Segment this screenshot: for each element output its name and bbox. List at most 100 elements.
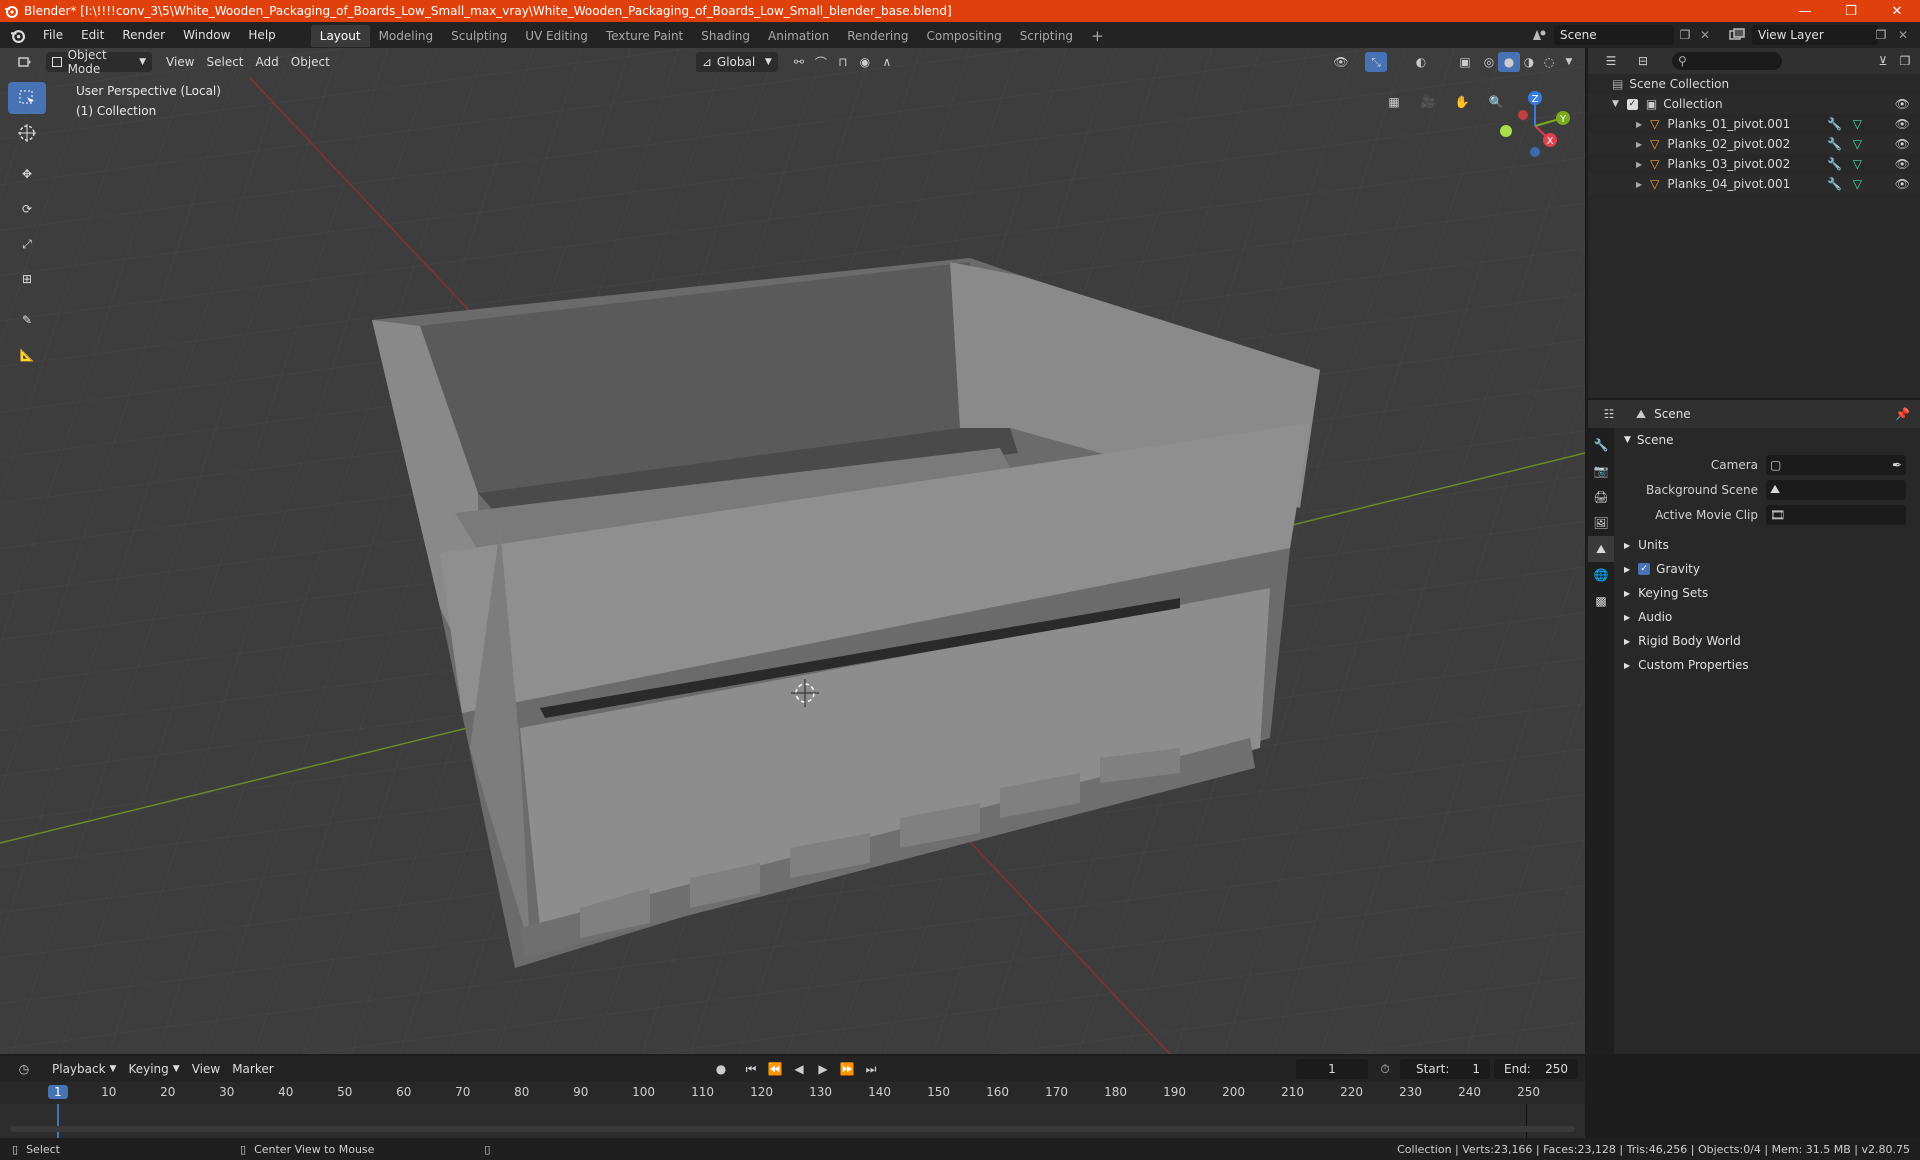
tab-scripting[interactable]: Scripting <box>1011 25 1082 47</box>
select-box-tool-icon[interactable] <box>8 82 46 114</box>
proportional-falloff-icon[interactable]: ∧ <box>876 52 898 72</box>
mesh-data-icon[interactable]: ▽ <box>1853 177 1862 191</box>
panel-keying-sets[interactable]: ▶ Keying Sets <box>1616 581 1920 605</box>
active-movie-clip-field[interactable]: 🎞 <box>1766 504 1906 525</box>
cursor-tool-icon[interactable] <box>8 117 46 149</box>
mesh-data-icon[interactable]: ▽ <box>1853 157 1862 171</box>
tab-compositing[interactable]: Compositing <box>917 25 1010 47</box>
play-icon[interactable]: ▶ <box>812 1059 834 1079</box>
view-layer-icon[interactable] <box>1724 25 1750 45</box>
outliner-editor-type-icon[interactable]: ☰ <box>1600 51 1622 71</box>
viewport-menu-view[interactable]: View <box>160 52 200 72</box>
eye-icon[interactable]: 👁 <box>1895 117 1910 131</box>
menu-window[interactable]: Window <box>174 22 239 48</box>
shading-options-icon[interactable]: ▼ <box>1558 52 1580 72</box>
transform-orientation-dropdown[interactable]: ⊿ Global ▼ <box>695 52 778 72</box>
panel-scene[interactable]: ▼ Scene <box>1616 428 1920 452</box>
modifier-wrench-icon[interactable]: 🔧 <box>1827 157 1842 171</box>
texture-tab-icon[interactable]: ▩ <box>1588 588 1614 614</box>
outliner-row-scene-collection[interactable]: ▤ Scene Collection <box>1588 74 1920 94</box>
overlays-toggle-icon[interactable]: ◐ <box>1410 52 1432 72</box>
new-collection-icon[interactable]: ❐ <box>1894 51 1916 71</box>
snap-target-icon[interactable]: ⊓ <box>832 52 854 72</box>
menu-file[interactable]: File <box>34 22 72 48</box>
panel-rigid-body-world[interactable]: ▶ Rigid Body World <box>1616 629 1920 653</box>
viewport-menu-object[interactable]: Object <box>285 52 336 72</box>
eye-icon[interactable]: 👁 <box>1895 97 1910 111</box>
wireframe-shading-icon[interactable]: ◎ <box>1478 52 1500 72</box>
timeline-menu-keying[interactable]: Keying ▼ <box>122 1059 185 1079</box>
minimize-button[interactable]: — <box>1782 0 1828 22</box>
3d-viewport[interactable]: Object Mode ▼ View Select Add Object ⊿ G… <box>0 48 1585 1054</box>
close-button[interactable]: ✕ <box>1874 0 1920 22</box>
properties-editor-type-icon[interactable]: ☷ <box>1598 404 1620 424</box>
outliner-row-collection[interactable]: ▼ ✓ ▣ Collection 👁 <box>1588 94 1920 114</box>
modifier-wrench-icon[interactable]: 🔧 <box>1827 177 1842 191</box>
timeline-menu-marker[interactable]: Marker <box>226 1059 279 1079</box>
timeline-menu-view[interactable]: View <box>186 1059 226 1079</box>
mesh-data-icon[interactable]: ▽ <box>1853 117 1862 131</box>
panel-gravity[interactable]: ▶ ✓ Gravity <box>1616 557 1920 581</box>
new-scene-icon[interactable]: ❐ <box>1676 26 1694 44</box>
scale-tool-icon[interactable]: ⤢ <box>8 228 46 260</box>
delete-view-layer-icon[interactable]: ✕ <box>1894 26 1912 44</box>
menu-help[interactable]: Help <box>239 22 284 48</box>
visibility-selectability-icon[interactable]: 👁 <box>1330 52 1352 72</box>
new-view-layer-icon[interactable]: ❐ <box>1872 26 1890 44</box>
outliner-row-object[interactable]: ▶ ▽ Planks_01_pivot.001 🔧 ▽ 👁 <box>1588 114 1920 134</box>
world-tab-icon[interactable]: 🌐 <box>1588 562 1614 588</box>
object-mode-dropdown[interactable]: Object Mode ▼ <box>46 48 152 76</box>
timeline-ruler[interactable]: 1 10 20 30 40 50 60 70 80 90 100 110 120 130 140 150 160… <box>0 1082 1585 1104</box>
prev-keyframe-icon[interactable]: ⏪ <box>764 1059 786 1079</box>
add-workspace-button[interactable]: + <box>1082 25 1113 47</box>
chevron-down-icon[interactable]: ▼ <box>1612 99 1619 109</box>
tab-rendering[interactable]: Rendering <box>838 25 917 47</box>
toggle-camera-grid-icon[interactable]: ▦ <box>1380 88 1408 116</box>
menu-edit[interactable]: Edit <box>72 22 113 48</box>
filter-icon[interactable]: ⊻ <box>1872 51 1894 71</box>
preview-range-icon[interactable]: ⏱ <box>1374 1059 1396 1079</box>
tab-sculpting[interactable]: Sculpting <box>442 25 516 47</box>
eye-icon[interactable]: 👁 <box>1895 137 1910 151</box>
outliner-row-object[interactable]: ▶ ▽ Planks_04_pivot.001 🔧 ▽ 👁 <box>1588 174 1920 194</box>
view-layer-tab-icon[interactable]: 🖼 <box>1588 510 1614 536</box>
jump-end-icon[interactable]: ⏭ <box>860 1059 882 1079</box>
measure-tool-icon[interactable]: 📐 <box>8 339 46 371</box>
modifier-wrench-icon[interactable]: 🔧 <box>1827 117 1842 131</box>
proportional-edit-icon[interactable]: ◉ <box>854 52 876 72</box>
rendered-shading-icon[interactable]: ◌ <box>1538 52 1560 72</box>
view-layer-field[interactable]: View Layer <box>1752 25 1878 45</box>
tab-animation[interactable]: Animation <box>759 25 838 47</box>
tab-shading[interactable]: Shading <box>692 25 759 47</box>
outliner-row-object[interactable]: ▶ ▽ Planks_03_pivot.002 🔧 ▽ 👁 <box>1588 154 1920 174</box>
transform-tool-icon[interactable]: ⊞ <box>8 263 46 295</box>
eye-icon[interactable]: 👁 <box>1895 177 1910 191</box>
modifier-wrench-icon[interactable]: 🔧 <box>1827 137 1842 151</box>
panel-custom-properties[interactable]: ▶ Custom Properties <box>1616 653 1920 677</box>
camera-view-icon[interactable]: 🎥 <box>1414 88 1442 116</box>
chevron-right-icon[interactable]: ▶ <box>1636 180 1642 189</box>
background-scene-field[interactable]: ⛰ <box>1766 479 1906 500</box>
material-shading-icon[interactable]: ◑ <box>1518 52 1540 72</box>
camera-field[interactable]: ▢ ✒ <box>1766 454 1906 475</box>
start-frame-field[interactable]: Start: 1 <box>1400 1059 1490 1079</box>
eye-icon[interactable]: 👁 <box>1895 157 1910 171</box>
next-keyframe-icon[interactable]: ⏩ <box>836 1059 858 1079</box>
viewport-menu-add[interactable]: Add <box>250 52 285 72</box>
timeline-scrollbar[interactable] <box>10 1126 1575 1132</box>
solid-shading-icon[interactable]: ● <box>1498 52 1520 72</box>
chevron-right-icon[interactable]: ▶ <box>1636 160 1642 169</box>
scene-name-field[interactable]: Scene <box>1554 25 1674 45</box>
pivot-point-icon[interactable]: ⚯ <box>788 52 810 72</box>
tool-tab-icon[interactable]: 🔧 <box>1588 432 1614 458</box>
outliner-search-input[interactable]: ⚲ <box>1672 52 1782 70</box>
output-tab-icon[interactable]: 🖨 <box>1588 484 1614 510</box>
end-frame-field[interactable]: End: 250 <box>1494 1059 1578 1079</box>
editor-type-icon[interactable] <box>10 52 40 72</box>
play-reverse-icon[interactable]: ◀ <box>788 1059 810 1079</box>
timeline-track-area[interactable] <box>0 1104 1585 1138</box>
tab-modeling[interactable]: Modeling <box>370 25 443 47</box>
chevron-right-icon[interactable]: ▶ <box>1636 120 1642 129</box>
jump-start-icon[interactable]: ⏮ <box>740 1059 762 1079</box>
delete-scene-icon[interactable]: ✕ <box>1696 26 1714 44</box>
